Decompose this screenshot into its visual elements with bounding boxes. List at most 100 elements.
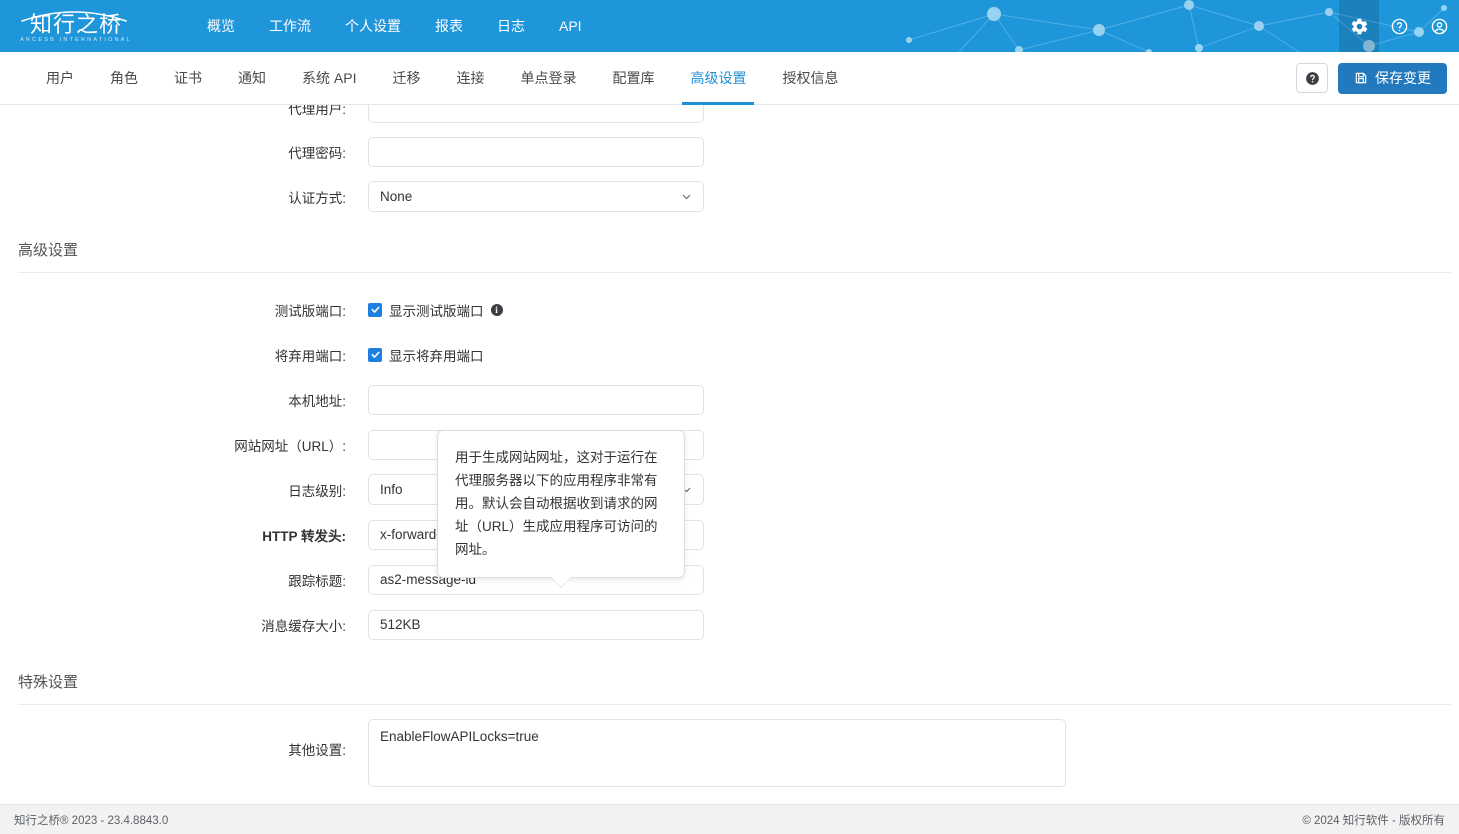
page-help-button[interactable]	[1296, 63, 1328, 93]
footer-version: 知行之桥® 2023 - 23.4.8843.0	[14, 814, 169, 827]
tab-users[interactable]: 用户	[28, 52, 92, 105]
deprecated-ports-checkbox[interactable]	[368, 347, 382, 362]
gear-icon[interactable]	[1339, 0, 1379, 52]
form-row-http-forward-header: HTTP 转发头:	[0, 512, 1459, 557]
form-row-local-address: 本机地址:	[0, 377, 1459, 422]
save-disk-icon	[1355, 72, 1367, 84]
main-navigation: 概览 工作流 个人设置 报表 日志 API	[190, 0, 599, 52]
form-row-message-cache-size: 消息缓存大小:	[0, 602, 1459, 647]
nav-item-logs[interactable]: 日志	[480, 0, 542, 52]
proxy-password-label: 代理密码:	[288, 145, 346, 161]
header-icon-group	[1339, 0, 1459, 52]
header-spacer	[599, 0, 1339, 52]
tab-label: 系统 API	[302, 70, 357, 86]
tab-system-api[interactable]: 系统 API	[284, 52, 374, 105]
advanced-section-title: 高级设置	[18, 242, 79, 259]
tab-label: 通知	[238, 70, 266, 86]
proxy-user-input[interactable]	[368, 105, 704, 123]
tab-migration[interactable]: 迁移	[374, 52, 438, 105]
deprecated-ports-label: 将弃用端口:	[274, 348, 346, 364]
deprecated-ports-control: 显示将弃用端口	[368, 345, 1459, 365]
user-account-icon[interactable]	[1419, 0, 1459, 52]
proxy-password-input[interactable]	[368, 136, 704, 167]
tab-label: 迁移	[392, 70, 421, 86]
chevron-down-icon	[682, 194, 691, 199]
log-level-value: Info	[380, 482, 403, 497]
check-icon	[371, 306, 379, 313]
message-cache-size-label: 消息缓存大小:	[261, 618, 346, 634]
form-row-tracking-header: 跟踪标题:	[0, 557, 1459, 602]
other-settings-control	[368, 719, 1459, 792]
tab-config-repo[interactable]: 配置库	[594, 52, 672, 105]
tab-label: 角色	[110, 70, 138, 86]
http-forward-header-label: HTTP 转发头:	[262, 528, 346, 544]
other-settings-label: 其他设置:	[288, 743, 346, 758]
beta-ports-checkbox-row: 显示测试版端口 i	[368, 300, 1459, 320]
tab-roles[interactable]: 角色	[92, 52, 156, 105]
deprecated-ports-checkbox-row: 显示将弃用端口	[368, 345, 1459, 365]
beta-ports-checkbox-label[interactable]: 显示测试版端口	[389, 300, 484, 320]
beta-ports-label: 测试版端口:	[274, 303, 346, 319]
proxy-user-label: 代理用户:	[288, 105, 346, 117]
auth-type-label: 认证方式:	[288, 190, 346, 206]
message-cache-size-input[interactable]	[368, 609, 704, 640]
tab-sso[interactable]: 单点登录	[502, 52, 594, 105]
help-circle-icon[interactable]	[1379, 0, 1419, 52]
deprecated-ports-checkbox-label[interactable]: 显示将弃用端口	[389, 345, 484, 365]
nav-item-overview[interactable]: 概览	[190, 0, 252, 52]
tab-label: 用户	[46, 70, 74, 86]
auth-type-value: None	[380, 189, 413, 204]
proxy-user-control	[368, 105, 1459, 123]
info-icon[interactable]: i	[490, 303, 503, 316]
save-button[interactable]: 保存变更	[1338, 62, 1447, 94]
tab-label: 授权信息	[782, 70, 839, 86]
form-row-site-url: 网站网址（URL）:	[0, 422, 1459, 467]
tab-list: 用户 角色 证书 通知 系统 API 迁移 连接 单点登录 配置库 高级设置 授…	[28, 52, 856, 105]
beta-ports-control: 显示测试版端口 i	[368, 300, 1459, 320]
local-address-input[interactable]	[368, 384, 704, 415]
settings-content: 代理用户: 代理密码: 认证方式: None 高级设置 测试版端口: 显示测试版…	[0, 105, 1459, 834]
tooltip-arrow-inner	[550, 576, 572, 587]
special-settings-section: 特殊设置	[0, 671, 1459, 705]
nav-item-api[interactable]: API	[542, 0, 599, 52]
tracking-header-label: 跟踪标题:	[288, 573, 346, 589]
beta-ports-checkbox[interactable]	[368, 302, 382, 317]
tab-license-info[interactable]: 授权信息	[764, 52, 856, 105]
brand-logo[interactable]: 知行之桥 ARCESB INTERNATIONAL	[0, 0, 190, 52]
page-footer: 知行之桥® 2023 - 23.4.8843.0 © 2024 知行软件 - 版…	[0, 804, 1459, 834]
form-row-proxy-user: 代理用户:	[0, 105, 1459, 129]
form-row-deprecated-ports: 将弃用端口: 显示将弃用端口	[0, 332, 1459, 377]
form-row-auth-type: 认证方式: None	[0, 174, 1459, 219]
nav-item-reports[interactable]: 报表	[418, 0, 480, 52]
tab-connections[interactable]: 连接	[438, 52, 502, 105]
tab-label: 连接	[456, 70, 485, 86]
log-level-label: 日志级别:	[288, 483, 346, 499]
form-row-other-settings: 其他设置:	[0, 719, 1459, 792]
site-url-label: 网站网址（URL）:	[234, 438, 346, 454]
form-row-beta-ports: 测试版端口: 显示测试版端口 i	[0, 287, 1459, 332]
message-cache-size-control	[368, 609, 1459, 640]
save-button-label: 保存变更	[1375, 70, 1431, 86]
nav-item-workflow[interactable]: 工作流	[252, 0, 328, 52]
auth-type-select[interactable]: None	[368, 181, 704, 212]
settings-tabbar: 用户 角色 证书 通知 系统 API 迁移 连接 单点登录 配置库 高级设置 授…	[0, 52, 1459, 105]
other-settings-textarea[interactable]	[368, 719, 1066, 787]
form-row-log-level: 日志级别: Info	[0, 467, 1459, 512]
auth-type-control: None	[368, 181, 1459, 212]
advanced-settings-section: 高级设置	[0, 239, 1459, 273]
nav-item-profile[interactable]: 个人设置	[328, 0, 418, 52]
local-address-label: 本机地址:	[288, 393, 346, 409]
special-section-title: 特殊设置	[18, 674, 79, 691]
tab-label: 单点登录	[520, 70, 577, 86]
tab-label: 证书	[174, 70, 202, 86]
local-address-control	[368, 384, 1459, 415]
tab-notifications[interactable]: 通知	[220, 52, 284, 105]
tab-certificates[interactable]: 证书	[156, 52, 220, 105]
tabbar-actions: 保存变更	[1296, 62, 1447, 94]
tab-advanced-settings[interactable]: 高级设置	[672, 52, 764, 105]
question-mark-icon	[1305, 71, 1319, 85]
form-row-proxy-password: 代理密码:	[0, 129, 1459, 174]
top-header: 知行之桥 ARCESB INTERNATIONAL 概览 工作流 个人设置 报表…	[0, 0, 1459, 52]
